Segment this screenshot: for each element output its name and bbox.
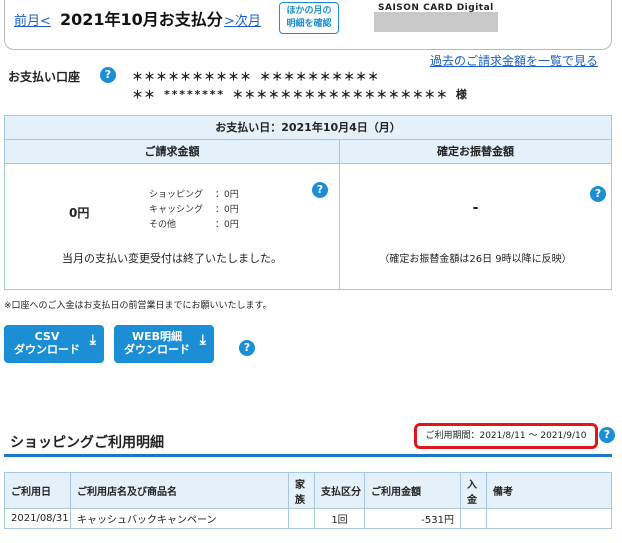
row-payment-type: 1回 [314, 508, 365, 529]
breakdown-label: その他 [149, 220, 177, 230]
section-divider [4, 454, 612, 457]
breakdown-row: ショッピング ：0円 [149, 187, 249, 202]
row-family [288, 508, 315, 529]
col-remarks: 備考 [486, 472, 612, 509]
confirmed-amount-header: 確定お振替金額 [340, 140, 611, 164]
breakdown-label: キャッシング [149, 205, 204, 215]
billing-breakdown: ショッピング ：0円 キャッシング ：0円 その他 ：0円 [149, 187, 249, 232]
billing-amount: 0円 [69, 206, 90, 220]
col-date: ご利用日 [4, 472, 71, 509]
row-date: 2021/08/31 [4, 508, 71, 529]
account-line-2: ＊＊ ******** ＊＊＊＊＊＊＊＊＊＊＊＊＊＊＊＊＊＊ 様 [132, 88, 468, 101]
payment-summary-table: お支払い日：2021年10月4日（月） ご請求金額 確定お振替金額 0円 ショッ… [4, 115, 612, 290]
col-deposit: 入金 [460, 472, 487, 509]
breakdown-row: その他 ：0円 [149, 217, 249, 232]
payment-footnote: ※口座へのご入金はお支払日の前営業日までにお願いいたします。 [4, 301, 272, 311]
download-help-icon[interactable]: ? [239, 340, 255, 356]
account-label: お支払い口座 [8, 70, 81, 84]
shopping-section-title: ショッピングご利用明細 [10, 435, 164, 451]
confirmed-amount: - [472, 200, 479, 216]
confirmed-note: （確定お振替金額は26日 9時以降に反映） [379, 254, 572, 265]
help-icon[interactable]: ? [100, 67, 116, 83]
billing-help-icon[interactable]: ? [312, 182, 328, 198]
col-family: 家族 [288, 472, 315, 509]
other-month-button[interactable]: ほかの月の 明細を確認 [279, 2, 339, 34]
period-help-icon[interactable]: ? [599, 427, 615, 443]
col-amount: ご利用金額 [364, 472, 461, 509]
shopping-detail-table: ご利用日 ご利用店名及び商品名 家族 支払区分 ご利用金額 入金 備考 2021… [4, 472, 612, 529]
row-deposit [460, 508, 487, 529]
billing-amount-header: ご請求金額 [5, 140, 339, 164]
payment-due-date: お支払い日：2021年10月4日（月） [5, 116, 611, 140]
billing-month-title: 2021年10月お支払分 [60, 10, 223, 29]
other-month-line1: ほかの月の [286, 6, 332, 16]
row-remarks [486, 508, 612, 529]
billing-note: 当月の支払い変更受付は終了いたしました。 [62, 252, 282, 265]
breakdown-row: キャッシング ：0円 [149, 202, 249, 217]
table-row: 2021/08/31 キャッシュバックキャンペーン 1回 -531円 [4, 508, 612, 529]
breakdown-value: ：0円 [215, 205, 239, 215]
breakdown-value: ：0円 [215, 190, 239, 200]
table-header-row: ご利用日 ご利用店名及び商品名 家族 支払区分 ご利用金額 入金 備考 [4, 472, 612, 509]
masked-card-number [374, 12, 498, 32]
row-amount: -531円 [364, 508, 461, 529]
breakdown-value: ：0円 [215, 220, 239, 230]
prev-month-link[interactable]: 前月< [14, 10, 51, 29]
row-store: キャッシュバックキャンペーン [70, 508, 289, 529]
csv-download-button[interactable]: CSV ダウンロード ⤓ [4, 325, 104, 363]
billing-history-link[interactable]: 過去のご請求金額を一覧で見る [430, 52, 598, 69]
breakdown-label: ショッピング [149, 190, 204, 200]
account-line-1: ＊＊＊＊＊＊＊＊＊＊ ＊＊＊＊＊＊＊＊＊＊ [132, 70, 380, 83]
usage-period-badge: ご利用期間：2021/8/11 ～ 2021/9/10 [414, 423, 598, 449]
other-month-line2: 明細を確認 [286, 19, 332, 29]
download-icon: ⤓ [199, 332, 206, 348]
next-month-link[interactable]: >次月 [224, 10, 261, 29]
download-icon: ⤓ [89, 332, 96, 348]
col-store: ご利用店名及び商品名 [70, 472, 289, 509]
col-payment-type: 支払区分 [314, 472, 365, 509]
confirmed-help-icon[interactable]: ? [590, 186, 606, 202]
web-statement-download-button[interactable]: WEB明細 ダウンロード ⤓ [114, 325, 214, 363]
